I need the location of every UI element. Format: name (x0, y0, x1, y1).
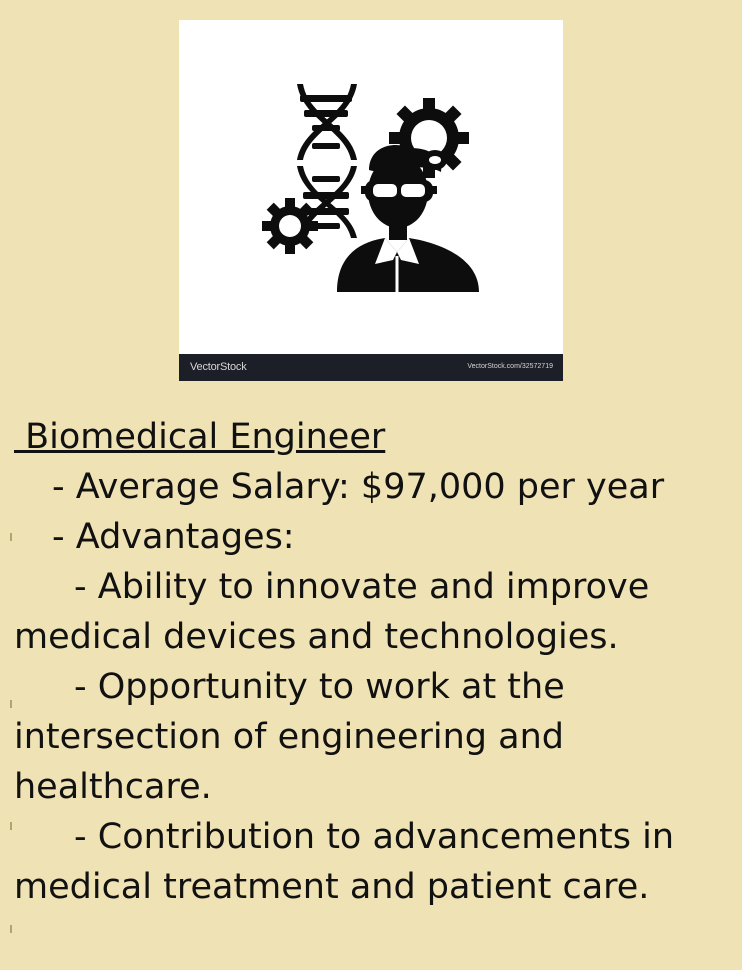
salary-line: - Average Salary: $97,000 per year (14, 462, 734, 512)
engineer-avatar-icon (337, 144, 479, 292)
career-title: Biomedical Engineer (14, 417, 386, 457)
salary-label: - Average Salary: (52, 467, 350, 507)
advantage-item: - Ability to innovate and improve medica… (14, 567, 650, 657)
career-description: Biomedical Engineer - Average Salary: $9… (14, 412, 734, 912)
watermark-brand: VectorStock (190, 361, 247, 373)
watermark-bar: VectorStock VectorStock.com/32572719 (179, 354, 563, 381)
advantages-label: - Advantages: (52, 517, 295, 557)
advantage-item: - Contribution to advancements in medica… (14, 817, 675, 907)
gear-icon (262, 198, 318, 254)
engineer-illustration (262, 84, 479, 292)
edge-mark (10, 533, 12, 541)
career-illustration: VectorStock VectorStock.com/32572719 (179, 20, 563, 381)
advantage-item: - Opportunity to work at the intersectio… (14, 667, 565, 807)
edge-mark (10, 700, 12, 708)
edge-mark (10, 925, 12, 933)
watermark-url: VectorStock.com/32572719 (467, 363, 553, 370)
edge-mark (10, 822, 12, 830)
salary-value: $97,000 per year (349, 467, 665, 507)
